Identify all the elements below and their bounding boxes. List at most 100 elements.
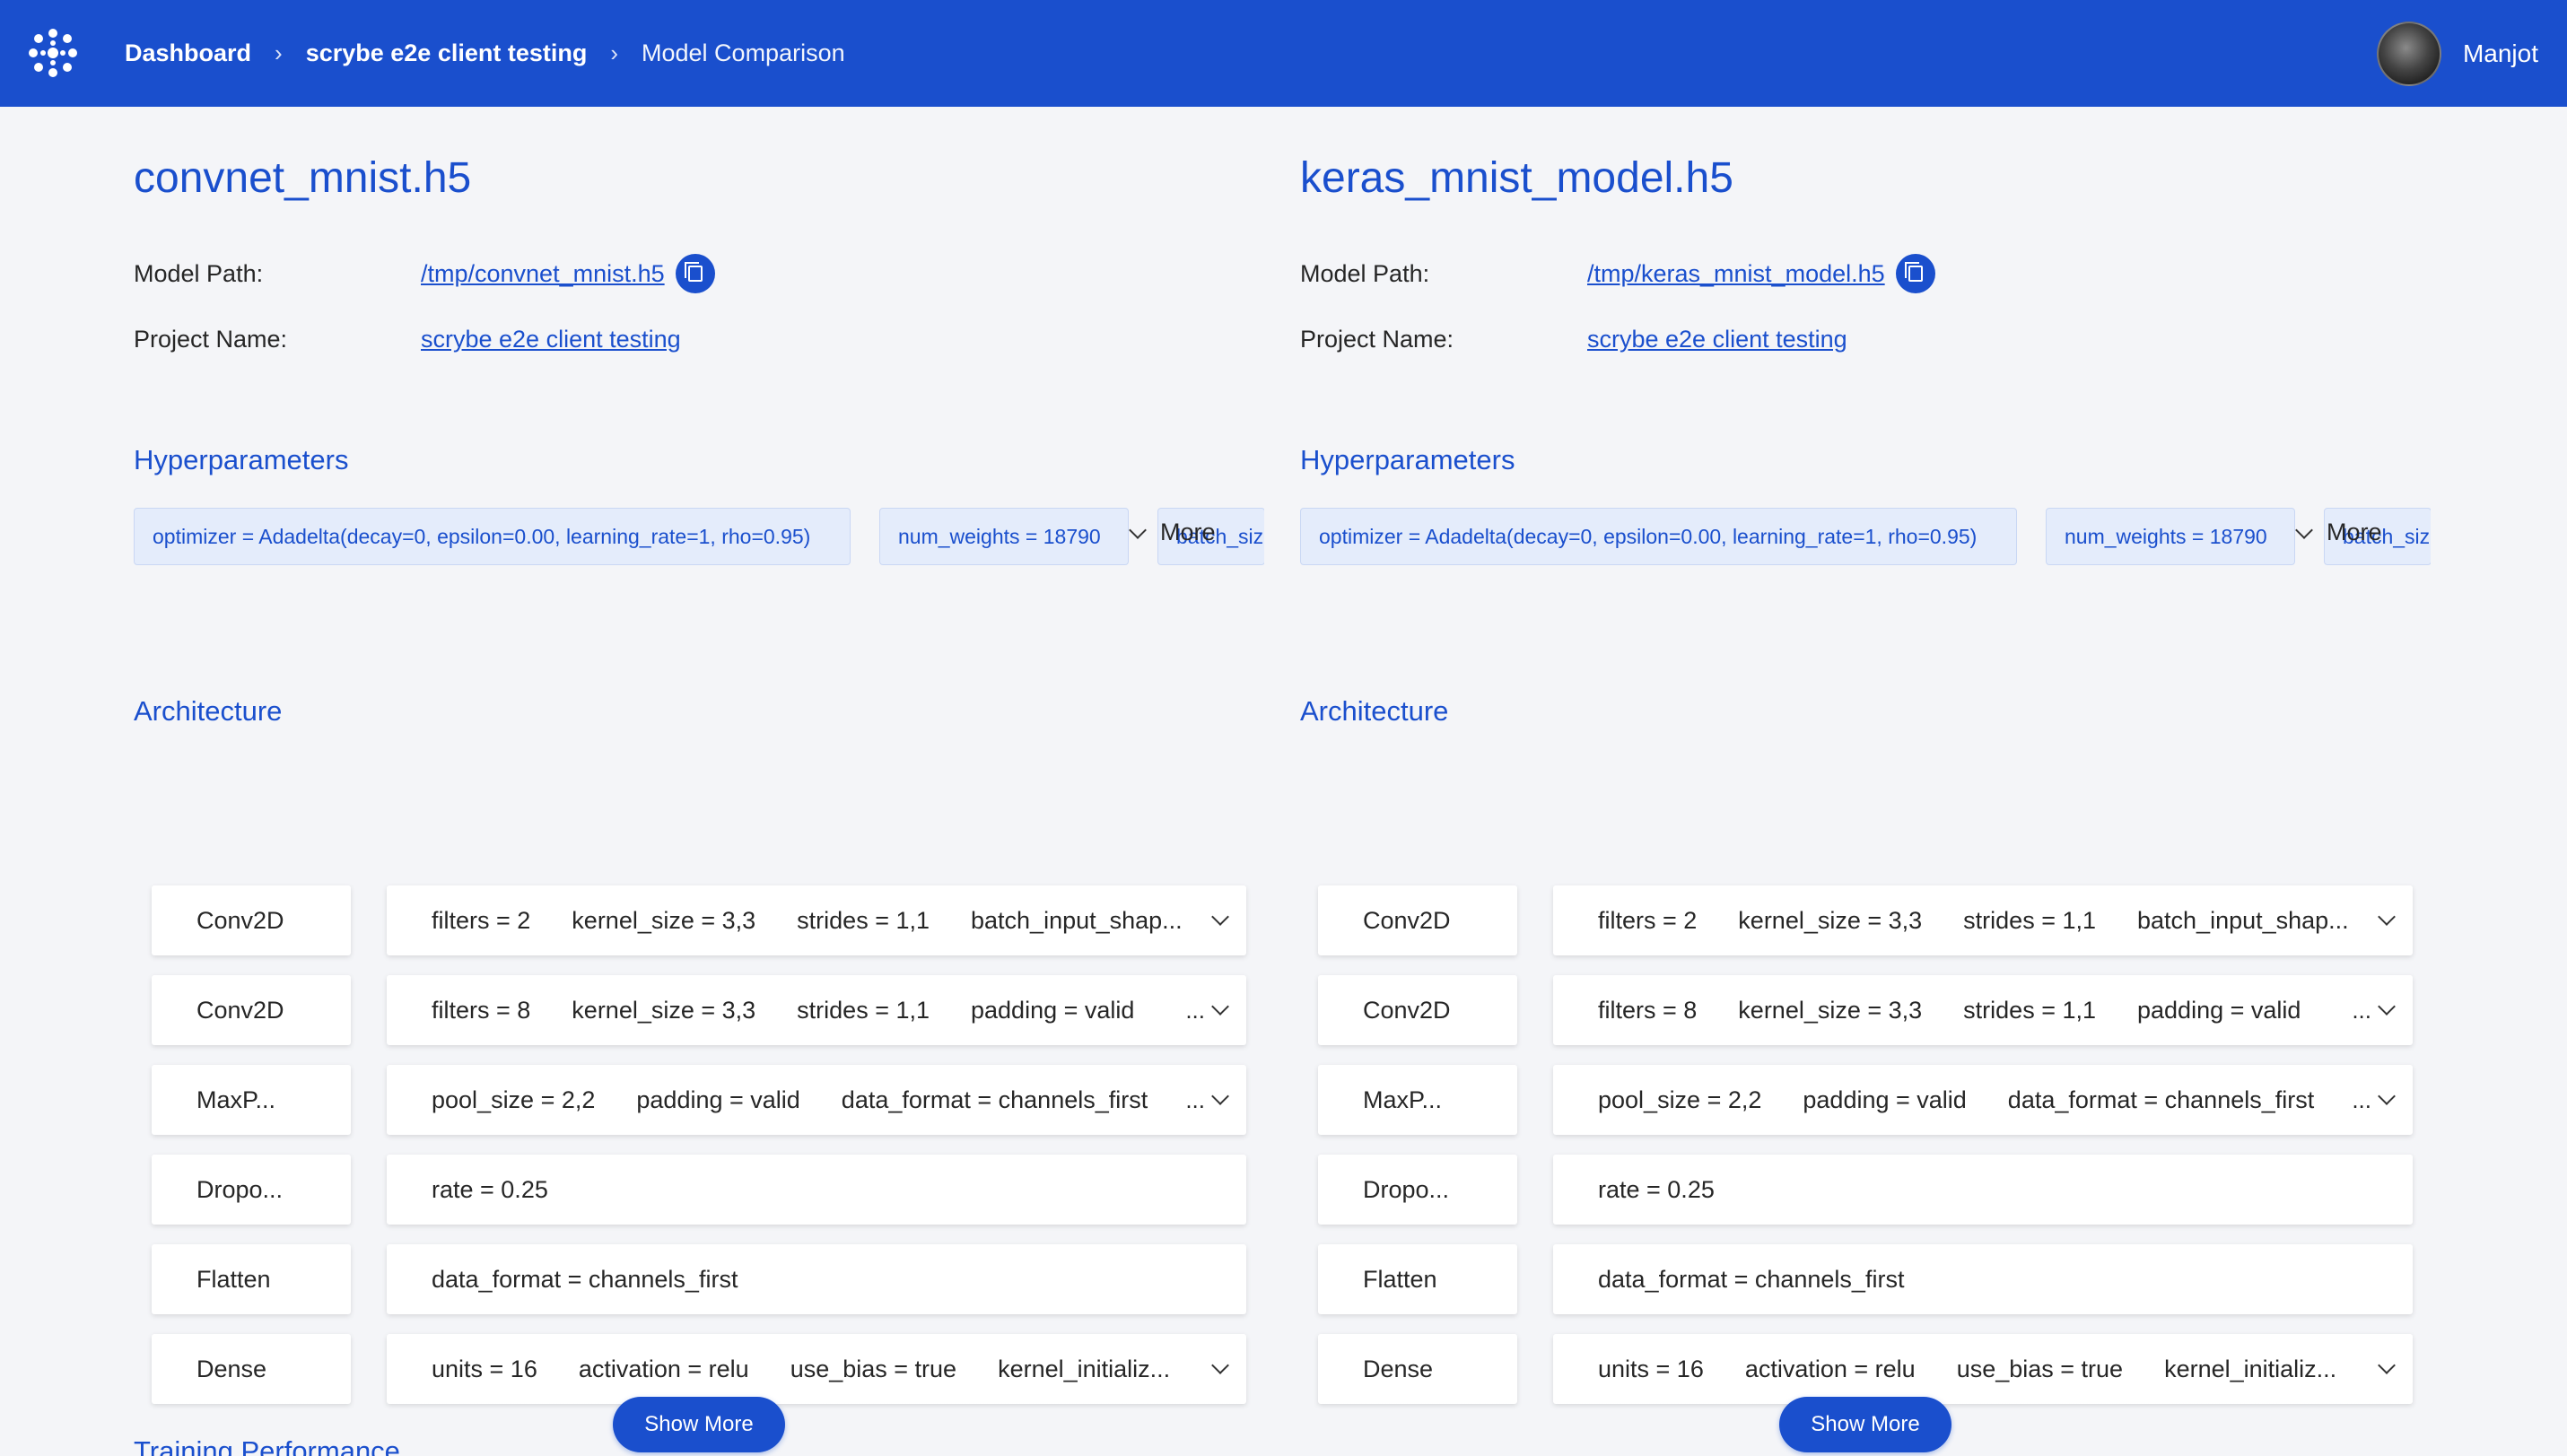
hyperparameters-more-toggle[interactable]: More — [1129, 519, 1216, 546]
layer-name: Conv2D — [1318, 975, 1517, 1045]
layer-name: Flatten — [1318, 1244, 1517, 1314]
ellipsis: ... — [1185, 1085, 1205, 1113]
avatar[interactable] — [2376, 21, 2441, 86]
layer-param: filters = 2 — [432, 906, 531, 934]
breadcrumb: Dashboard › scrybe e2e client testing › … — [125, 0, 845, 107]
expand-params-toggle[interactable]: ... — [2344, 975, 2396, 1045]
layer-row: Conv2D filters = 2 kernel_size = 3,3 str… — [152, 885, 1246, 955]
layer-row: Flatten data_format = channels_first — [152, 1244, 1246, 1314]
layer-params: rate = 0.25 — [1553, 1155, 2413, 1225]
show-more-button[interactable]: Show More — [1779, 1397, 1951, 1452]
model-path-row: Model Path: /tmp/keras_mnist_model.h5 — [1300, 254, 1935, 293]
layer-row: Dense units = 16 activation = relu use_b… — [152, 1334, 1246, 1404]
layer-param: kernel_initializ... — [998, 1355, 1171, 1382]
layer-param: activation = relu — [1744, 1355, 1916, 1382]
project-name-label: Project Name: — [1300, 326, 1454, 353]
project-name-label: Project Name: — [134, 326, 288, 353]
user-name[interactable]: Manjot — [2463, 39, 2538, 68]
more-label: More — [1160, 519, 1216, 545]
layer-param: units = 16 — [1598, 1355, 1704, 1382]
layer-params: data_format = channels_first — [1553, 1244, 2413, 1314]
expand-params-toggle[interactable] — [2364, 885, 2396, 955]
ellipsis: ... — [2352, 996, 2371, 1024]
chevron-down-icon — [2378, 1356, 2396, 1374]
architecture-heading: Architecture — [134, 695, 283, 727]
layer-row: Dense units = 16 activation = relu use_b… — [1318, 1334, 2413, 1404]
expand-params-toggle[interactable] — [1198, 885, 1229, 955]
chevron-down-icon — [2295, 520, 2313, 539]
layer-row: Dropo... rate = 0.25 — [1318, 1155, 2413, 1225]
expand-params-toggle[interactable]: ... — [2344, 1065, 2396, 1135]
layer-param: padding = valid — [636, 1085, 800, 1113]
user-menu[interactable]: Manjot — [2376, 0, 2538, 107]
layer-param: batch_input_shap... — [971, 906, 1183, 934]
project-name-link[interactable]: scrybe e2e client testing — [421, 326, 681, 353]
hyperparameter-chip: num_weights = 18790 — [2046, 508, 2295, 565]
chevron-down-icon — [1129, 520, 1147, 539]
layer-row: Flatten data_format = channels_first — [1318, 1244, 2413, 1314]
breadcrumb-project[interactable]: scrybe e2e client testing — [306, 39, 588, 67]
chevron-right-icon: › — [275, 39, 283, 66]
expand-params-toggle[interactable] — [2364, 1334, 2396, 1404]
layer-param: batch_input_shap... — [2137, 906, 2349, 934]
ellipsis: ... — [1185, 996, 1205, 1024]
hyperparameters-more-toggle[interactable]: More — [2295, 519, 2382, 546]
scrybe-logo-icon[interactable] — [25, 25, 81, 81]
project-name-row: Project Name: scrybe e2e client testing — [1300, 326, 1847, 353]
expand-params-toggle[interactable]: ... — [1178, 975, 1229, 1045]
layer-params: units = 16 activation = relu use_bias = … — [387, 1334, 1246, 1404]
chevron-down-icon — [2378, 908, 2396, 926]
layer-params: units = 16 activation = relu use_bias = … — [1553, 1334, 2413, 1404]
layer-name: Flatten — [152, 1244, 351, 1314]
layer-row: MaxP... pool_size = 2,2 padding = valid … — [152, 1065, 1246, 1135]
layer-row: Dropo... rate = 0.25 — [152, 1155, 1246, 1225]
model-title: keras_mnist_model.h5 — [1300, 154, 1733, 202]
model-path-link[interactable]: /tmp/keras_mnist_model.h5 — [1587, 260, 1885, 288]
layer-param: kernel_size = 3,3 — [1738, 996, 1923, 1024]
architecture-heading: Architecture — [1300, 695, 1449, 727]
chevron-right-icon: › — [610, 39, 619, 66]
model-path-label: Model Path: — [134, 259, 264, 287]
more-label: More — [2327, 519, 2382, 545]
breadcrumb-dashboard[interactable]: Dashboard — [125, 39, 251, 67]
layer-param: filters = 2 — [1598, 906, 1698, 934]
layer-param: strides = 1,1 — [797, 906, 930, 934]
layer-param: data_format = channels_first — [1598, 1265, 1905, 1293]
layer-param: use_bias = true — [1956, 1355, 2124, 1382]
layer-param: kernel_size = 3,3 — [1738, 906, 1923, 934]
layer-param: pool_size = 2,2 — [1598, 1085, 1762, 1113]
chevron-down-icon — [1211, 998, 1229, 1016]
hyperparameter-chips: optimizer = Adadelta(decay=0, epsilon=0.… — [134, 508, 1264, 567]
layer-param: rate = 0.25 — [1598, 1175, 1715, 1203]
expand-params-toggle[interactable]: ... — [1178, 1065, 1229, 1135]
project-name-row: Project Name: scrybe e2e client testing — [134, 326, 681, 353]
breadcrumb-current-page: Model Comparison — [642, 39, 845, 66]
show-more-button[interactable]: Show More — [613, 1397, 785, 1452]
layer-param: kernel_initializ... — [2164, 1355, 2337, 1382]
layer-param: strides = 1,1 — [797, 996, 930, 1024]
layer-params: filters = 2 kernel_size = 3,3 strides = … — [1553, 885, 2413, 955]
hyperparameter-chips: optimizer = Adadelta(decay=0, epsilon=0.… — [1300, 508, 2431, 567]
project-name-link[interactable]: scrybe e2e client testing — [1587, 326, 1847, 353]
layer-param: use_bias = true — [790, 1355, 957, 1382]
layer-params: pool_size = 2,2 padding = valid data_for… — [1553, 1065, 2413, 1135]
layer-params: pool_size = 2,2 padding = valid data_for… — [387, 1065, 1246, 1135]
model-path-link[interactable]: /tmp/convnet_mnist.h5 — [421, 260, 665, 288]
layer-param: filters = 8 — [1598, 996, 1698, 1024]
chevron-down-icon — [1211, 908, 1229, 926]
layer-param: strides = 1,1 — [1963, 906, 2096, 934]
layer-param: kernel_size = 3,3 — [572, 906, 756, 934]
layer-name: Conv2D — [1318, 885, 1517, 955]
expand-params-toggle[interactable] — [1198, 1334, 1229, 1404]
hyperparameter-chip: optimizer = Adadelta(decay=0, epsilon=0.… — [134, 508, 851, 565]
copy-icon[interactable] — [1895, 254, 1935, 293]
copy-icon[interactable] — [675, 254, 715, 293]
layer-param: strides = 1,1 — [1963, 996, 2096, 1024]
hyperparameter-chip: optimizer = Adadelta(decay=0, epsilon=0.… — [1300, 508, 2017, 565]
layer-name: Dense — [152, 1334, 351, 1404]
layer-name: Dense — [1318, 1334, 1517, 1404]
hyperparameters-heading: Hyperparameters — [134, 444, 349, 475]
layer-params: filters = 2 kernel_size = 3,3 strides = … — [387, 885, 1246, 955]
model-path-row: Model Path: /tmp/convnet_mnist.h5 — [134, 254, 715, 293]
layer-row: MaxP... pool_size = 2,2 padding = valid … — [1318, 1065, 2413, 1135]
